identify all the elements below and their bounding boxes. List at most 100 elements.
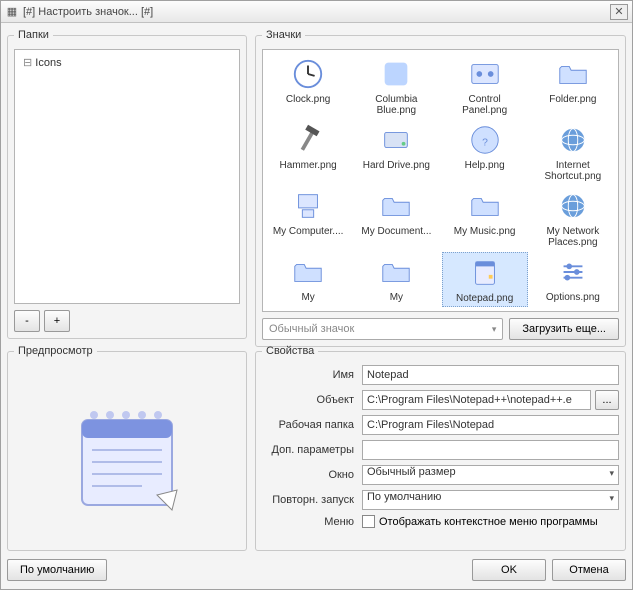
icon-item[interactable]: Options.png [530, 252, 616, 307]
folder-tree[interactable]: Icons [14, 49, 240, 304]
window-select[interactable]: Обычный размер [362, 465, 619, 485]
folders-legend: Папки [14, 29, 53, 41]
icon-label: My Document... [361, 226, 431, 237]
ok-button[interactable]: OK [472, 559, 546, 581]
add-folder-button[interactable]: + [44, 310, 70, 332]
icon-label: Internet Shortcut.png [536, 160, 610, 182]
notepad-preview-icon [62, 390, 192, 520]
params-label: Доп. параметры [262, 444, 358, 456]
preview-panel: Предпросмотр [7, 345, 247, 551]
icon-label: Options.png [546, 292, 600, 303]
icon-label: My Computer.... [273, 226, 344, 237]
icon-size-combo[interactable]: Обычный значок [262, 318, 503, 340]
options-icon [555, 254, 591, 290]
preview-image [14, 365, 240, 544]
icon-item[interactable]: My [265, 252, 351, 307]
network-icon [555, 188, 591, 224]
window-label: Окно [262, 469, 358, 481]
folder3-icon [378, 254, 414, 290]
menu-checkbox-label: Отображать контекстное меню программы [379, 516, 598, 528]
prop-row-workdir: Рабочая папка [262, 415, 619, 435]
icon-label: Control Panel.png [448, 94, 522, 116]
object-input[interactable] [362, 390, 591, 410]
top-row: Папки Icons - + Значки Clock.png Columbia… [7, 29, 626, 339]
hdd-icon [378, 122, 414, 158]
icon-label: Help.png [465, 160, 505, 171]
menu-checkbox[interactable] [362, 515, 375, 528]
folder2-icon [290, 254, 326, 290]
params-input[interactable] [362, 440, 619, 460]
icon-item[interactable]: Hard Drive.png [353, 120, 439, 184]
close-button[interactable]: ✕ [610, 4, 628, 20]
icon-item[interactable]: My Document... [353, 186, 439, 250]
icon-item[interactable]: Notepad.png [442, 252, 528, 307]
app-icon: ▦ [5, 5, 19, 19]
menu-label: Меню [262, 516, 358, 528]
folders-panel: Папки Icons - + [7, 29, 247, 339]
preview-fieldset: Предпросмотр [7, 345, 247, 551]
color-icon [378, 56, 414, 92]
properties-fieldset: Свойства Имя Объект ... Рабочая папка [255, 345, 626, 551]
icon-label: Hard Drive.png [363, 160, 430, 171]
relaunch-select[interactable]: По умолчанию [362, 490, 619, 510]
icon-label: Folder.png [549, 94, 596, 105]
icon-item[interactable]: Control Panel.png [442, 54, 528, 118]
browse-button[interactable]: ... [595, 390, 619, 410]
footer-buttons: По умолчанию OK Отмена [7, 557, 626, 583]
icon-label: My [301, 292, 314, 303]
cancel-button[interactable]: Отмена [552, 559, 626, 581]
icons-toolbar: Обычный значок Загрузить еще... [262, 318, 619, 340]
pc-icon [290, 188, 326, 224]
icon-item[interactable]: Columbia Blue.png [353, 54, 439, 118]
icon-item[interactable]: My Music.png [442, 186, 528, 250]
icon-label: Clock.png [286, 94, 330, 105]
folder-buttons: - + [14, 310, 240, 332]
name-label: Имя [262, 369, 358, 381]
hammer-icon [290, 122, 326, 158]
prop-row-params: Доп. параметры [262, 440, 619, 460]
icon-item[interactable]: Hammer.png [265, 120, 351, 184]
content-area: Папки Icons - + Значки Clock.png Columbia… [1, 23, 632, 589]
name-input[interactable] [362, 365, 619, 385]
notepad-icon [467, 255, 503, 291]
object-label: Объект [262, 394, 358, 406]
folder-icon [555, 56, 591, 92]
icon-label: My Music.png [454, 226, 516, 237]
icon-item[interactable]: My Network Places.png [530, 186, 616, 250]
properties-legend: Свойства [262, 345, 318, 357]
icon-item[interactable]: My [353, 252, 439, 307]
music-icon [467, 188, 503, 224]
cpanel-icon [467, 56, 503, 92]
folders-fieldset: Папки Icons - + [7, 29, 247, 339]
default-button[interactable]: По умолчанию [7, 559, 107, 581]
clock-icon [290, 56, 326, 92]
prop-row-window: Окно Обычный размер [262, 465, 619, 485]
properties-panel: Свойства Имя Объект ... Рабочая папка [255, 345, 626, 551]
icon-item[interactable]: Folder.png [530, 54, 616, 118]
icons-legend: Значки [262, 29, 305, 41]
icon-item[interactable]: Clock.png [265, 54, 351, 118]
workdir-input[interactable] [362, 415, 619, 435]
bottom-row: Предпросмотр [7, 345, 626, 551]
prop-row-object: Объект ... [262, 390, 619, 410]
icon-item[interactable]: ?Help.png [442, 120, 528, 184]
icons-panel: Значки Clock.png Columbia Blue.png Control… [255, 29, 626, 339]
prop-row-name: Имя [262, 365, 619, 385]
dialog-window: ▦ [#] Настроить значок... [#] ✕ Папки Ic… [0, 0, 633, 590]
icon-label: My Network Places.png [536, 226, 610, 248]
remove-folder-button[interactable]: - [14, 310, 40, 332]
docs-icon [378, 188, 414, 224]
icon-item[interactable]: My Computer.... [265, 186, 351, 250]
prop-row-menu: Меню Отображать контекстное меню програм… [262, 515, 619, 528]
window-title: [#] Настроить значок... [#] [23, 6, 610, 18]
icon-label: Columbia Blue.png [359, 94, 433, 116]
preview-legend: Предпросмотр [14, 345, 97, 357]
prop-row-relaunch: Повторн. запуск По умолчанию [262, 490, 619, 510]
workdir-label: Рабочая папка [262, 419, 358, 431]
load-more-button[interactable]: Загрузить еще... [509, 318, 619, 340]
icon-label: Hammer.png [280, 160, 337, 171]
relaunch-label: Повторн. запуск [262, 494, 358, 506]
icon-item[interactable]: Internet Shortcut.png [530, 120, 616, 184]
icon-grid[interactable]: Clock.png Columbia Blue.png Control Panel.… [262, 49, 619, 312]
tree-item-icons[interactable]: Icons [19, 54, 235, 71]
